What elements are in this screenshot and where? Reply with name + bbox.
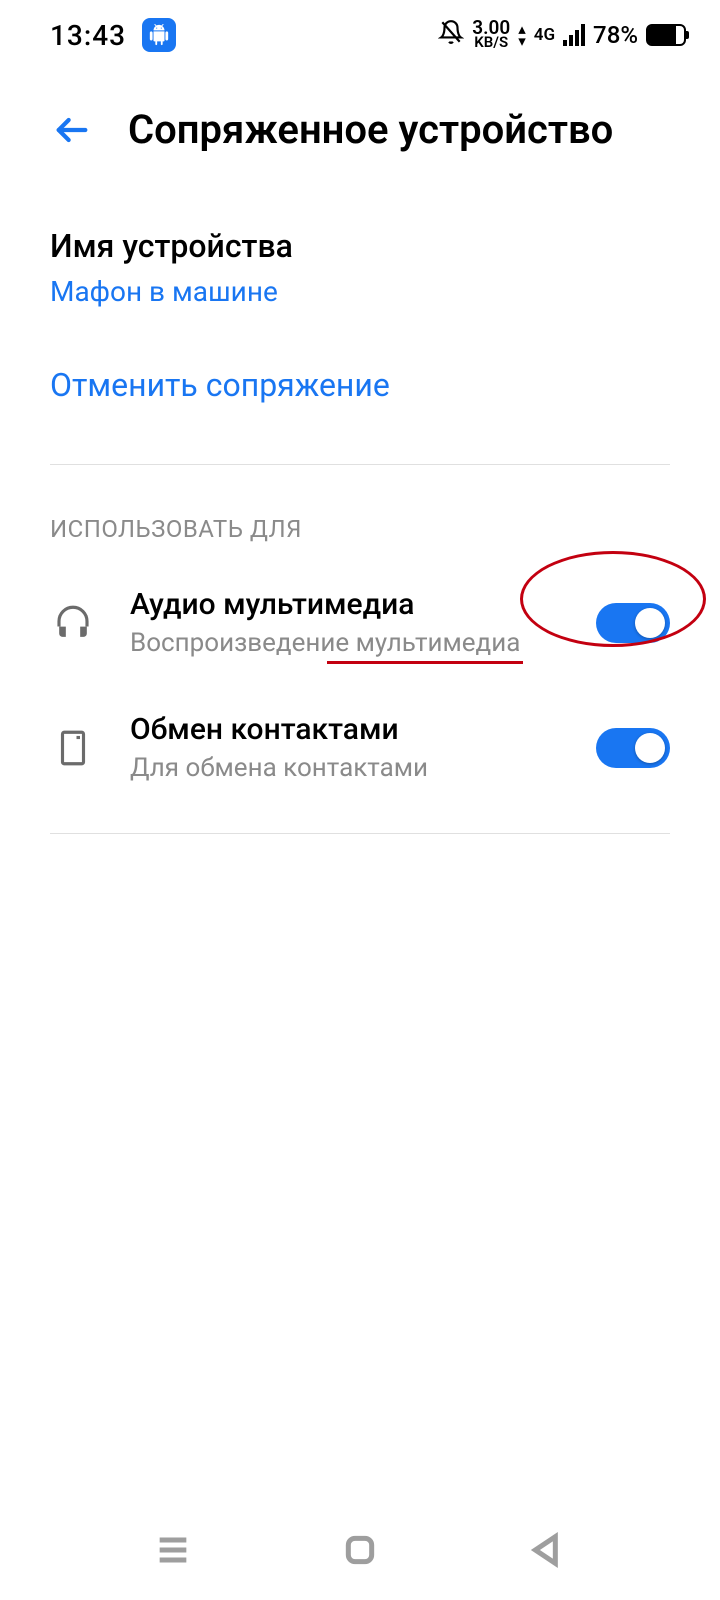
annotation-underline <box>327 661 523 664</box>
network-speed-indicator: 3.00 KB/S <box>472 21 510 49</box>
profile-media-audio-text: Аудио мультимедиа Воспроизведение мульти… <box>130 587 562 658</box>
device-icon <box>50 725 96 771</box>
divider <box>50 833 670 834</box>
use-for-section-header: ИСПОЛЬЗОВАТЬ ДЛЯ <box>50 465 670 563</box>
unpair-row[interactable]: Отменить сопряжение <box>50 316 670 464</box>
status-bar: 13:43 3.00 KB/S ▴▾ 4G 78% <box>0 0 720 70</box>
page-title: Сопряженное устройство <box>128 106 613 153</box>
profile-media-audio-toggle[interactable] <box>596 603 670 643</box>
device-name-row[interactable]: Имя устройства Мафон в машине <box>50 183 670 316</box>
status-bar-left: 13:43 <box>50 18 176 52</box>
running-app-icon <box>142 18 176 52</box>
mute-icon <box>438 19 464 52</box>
status-bar-right: 3.00 KB/S ▴▾ 4G 78% <box>438 19 686 52</box>
network-arrows-icon: ▴▾ <box>518 23 526 47</box>
battery-percentage: 78% <box>593 21 638 49</box>
system-navigation-bar <box>0 1500 720 1600</box>
network-type-indicator: 4G <box>534 28 555 42</box>
nav-back-button[interactable] <box>523 1526 571 1574</box>
battery-icon <box>646 24 686 46</box>
nav-home-button[interactable] <box>336 1526 384 1574</box>
profile-media-audio-subtitle: Воспроизведение мультимедиа <box>130 628 562 658</box>
device-name-label: Имя устройства <box>50 227 670 265</box>
nav-recents-button[interactable] <box>149 1526 197 1574</box>
signal-strength-icon <box>563 24 585 46</box>
profile-contact-sharing-row[interactable]: Обмен контактами Для обмена контактами <box>50 688 670 813</box>
profile-contact-sharing-text: Обмен контактами Для обмена контактами <box>130 712 562 783</box>
profile-media-audio-row[interactable]: Аудио мультимедиа Воспроизведение мульти… <box>50 563 670 688</box>
profile-contact-sharing-toggle[interactable] <box>596 728 670 768</box>
status-time: 13:43 <box>50 19 126 52</box>
profile-media-audio-title: Аудио мультимедиа <box>130 587 562 622</box>
headphones-icon <box>50 600 96 646</box>
profile-contact-sharing-title: Обмен контактами <box>130 712 562 747</box>
unpair-link[interactable]: Отменить сопряжение <box>50 366 390 404</box>
device-name-value: Мафон в машине <box>50 275 670 308</box>
profile-contact-sharing-subtitle: Для обмена контактами <box>130 753 562 783</box>
page-header: Сопряженное устройство <box>0 70 720 183</box>
back-button[interactable] <box>50 108 94 152</box>
